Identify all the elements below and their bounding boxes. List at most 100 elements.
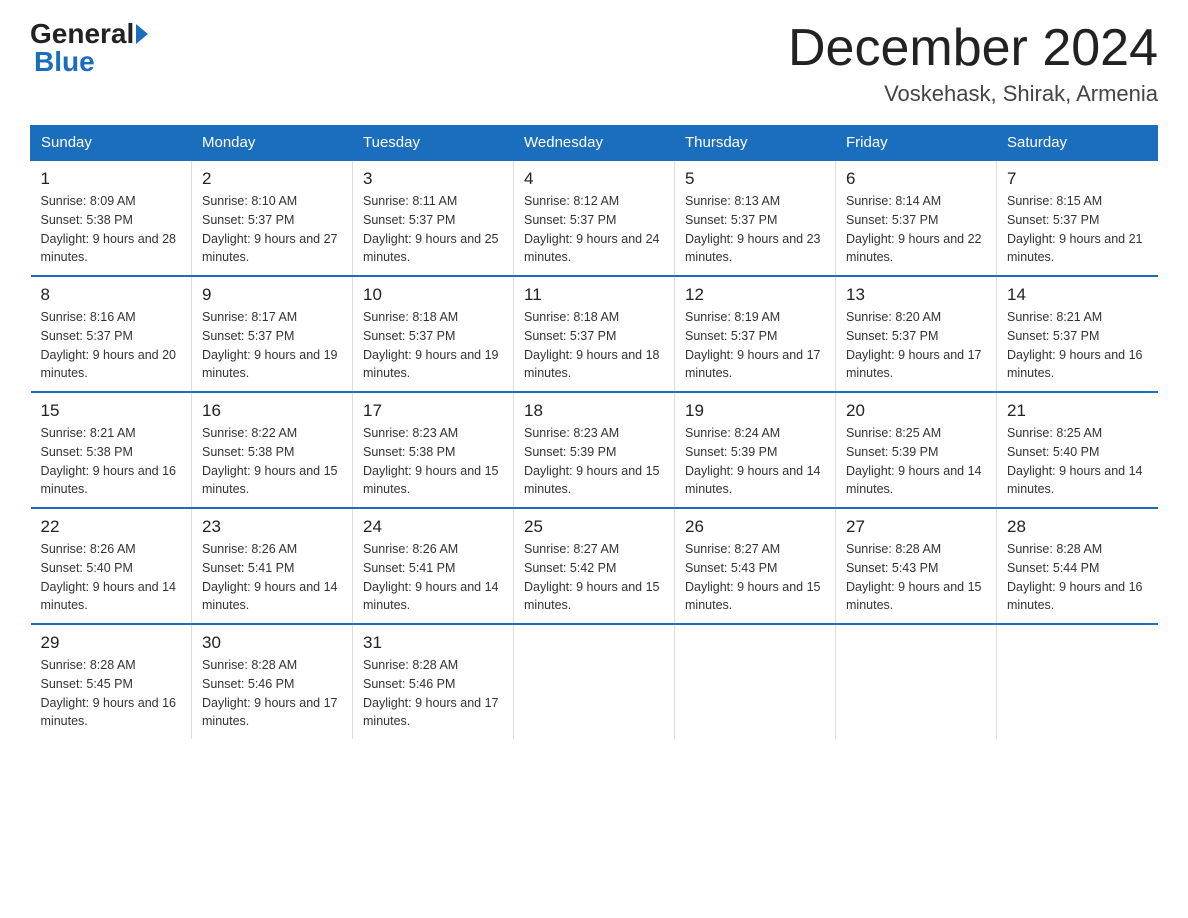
day-number: 27 bbox=[846, 517, 986, 537]
calendar-week-row: 1 Sunrise: 8:09 AMSunset: 5:38 PMDaylight… bbox=[31, 160, 1158, 276]
calendar-cell: 28 Sunrise: 8:28 AMSunset: 5:44 PMDayligh… bbox=[997, 508, 1158, 624]
day-detail: Sunrise: 8:19 AMSunset: 5:37 PMDaylight:… bbox=[685, 310, 821, 380]
logo-general-text: General bbox=[30, 20, 134, 48]
page-header: General Blue December 2024 Voskehask, Sh… bbox=[30, 20, 1158, 107]
calendar-week-row: 8Sunrise: 8:16 AMSunset: 5:37 PMDaylight… bbox=[31, 276, 1158, 392]
location-subtitle: Voskehask, Shirak, Armenia bbox=[788, 81, 1158, 107]
weekday-header-row: SundayMondayTuesdayWednesdayThursdayFrid… bbox=[31, 126, 1158, 161]
day-detail: Sunrise: 8:21 AMSunset: 5:38 PMDaylight:… bbox=[41, 426, 177, 496]
calendar-cell: 14Sunrise: 8:21 AMSunset: 5:37 PMDayligh… bbox=[997, 276, 1158, 392]
calendar-week-row: 29 Sunrise: 8:28 AMSunset: 5:45 PMDayligh… bbox=[31, 624, 1158, 739]
day-detail: Sunrise: 8:25 AMSunset: 5:40 PMDaylight:… bbox=[1007, 426, 1143, 496]
day-number: 2 bbox=[202, 169, 342, 189]
calendar-cell bbox=[675, 624, 836, 739]
calendar-cell: 3 Sunrise: 8:11 AMSunset: 5:37 PMDaylight… bbox=[353, 160, 514, 276]
day-number: 4 bbox=[524, 169, 664, 189]
calendar-cell: 23Sunrise: 8:26 AMSunset: 5:41 PMDayligh… bbox=[192, 508, 353, 624]
calendar-cell: 21 Sunrise: 8:25 AMSunset: 5:40 PMDayligh… bbox=[997, 392, 1158, 508]
calendar-cell: 26 Sunrise: 8:27 AMSunset: 5:43 PMDayligh… bbox=[675, 508, 836, 624]
day-number: 31 bbox=[363, 633, 503, 653]
weekday-header-thursday: Thursday bbox=[675, 126, 836, 161]
day-number: 14 bbox=[1007, 285, 1148, 305]
calendar-table: SundayMondayTuesdayWednesdayThursdayFrid… bbox=[30, 125, 1158, 739]
calendar-cell: 20Sunrise: 8:25 AMSunset: 5:39 PMDayligh… bbox=[836, 392, 997, 508]
day-number: 26 bbox=[685, 517, 825, 537]
calendar-cell bbox=[836, 624, 997, 739]
calendar-cell: 4 Sunrise: 8:12 AMSunset: 5:37 PMDaylight… bbox=[514, 160, 675, 276]
weekday-header-wednesday: Wednesday bbox=[514, 126, 675, 161]
day-detail: Sunrise: 8:27 AMSunset: 5:43 PMDaylight:… bbox=[685, 542, 821, 612]
day-detail: Sunrise: 8:26 AMSunset: 5:41 PMDaylight:… bbox=[363, 542, 499, 612]
logo-arrow-icon bbox=[136, 24, 148, 44]
day-number: 15 bbox=[41, 401, 182, 421]
calendar-cell: 18 Sunrise: 8:23 AMSunset: 5:39 PMDayligh… bbox=[514, 392, 675, 508]
day-detail: Sunrise: 8:20 AMSunset: 5:37 PMDaylight:… bbox=[846, 310, 982, 380]
day-detail: Sunrise: 8:10 AMSunset: 5:37 PMDaylight:… bbox=[202, 194, 338, 264]
day-number: 16 bbox=[202, 401, 342, 421]
calendar-cell: 8Sunrise: 8:16 AMSunset: 5:37 PMDaylight… bbox=[31, 276, 192, 392]
calendar-cell: 13 Sunrise: 8:20 AMSunset: 5:37 PMDayligh… bbox=[836, 276, 997, 392]
day-detail: Sunrise: 8:23 AMSunset: 5:39 PMDaylight:… bbox=[524, 426, 660, 496]
day-detail: Sunrise: 8:13 AMSunset: 5:37 PMDaylight:… bbox=[685, 194, 821, 264]
day-detail: Sunrise: 8:28 AMSunset: 5:44 PMDaylight:… bbox=[1007, 542, 1143, 612]
day-detail: Sunrise: 8:11 AMSunset: 5:37 PMDaylight:… bbox=[363, 194, 499, 264]
weekday-header-sunday: Sunday bbox=[31, 126, 192, 161]
calendar-cell: 6 Sunrise: 8:14 AMSunset: 5:37 PMDaylight… bbox=[836, 160, 997, 276]
day-detail: Sunrise: 8:24 AMSunset: 5:39 PMDaylight:… bbox=[685, 426, 821, 496]
day-number: 22 bbox=[41, 517, 182, 537]
day-number: 1 bbox=[41, 169, 182, 189]
day-number: 6 bbox=[846, 169, 986, 189]
day-number: 9 bbox=[202, 285, 342, 305]
day-detail: Sunrise: 8:09 AMSunset: 5:38 PMDaylight:… bbox=[41, 194, 177, 264]
day-detail: Sunrise: 8:28 AMSunset: 5:46 PMDaylight:… bbox=[202, 658, 338, 728]
calendar-cell: 17 Sunrise: 8:23 AMSunset: 5:38 PMDayligh… bbox=[353, 392, 514, 508]
weekday-header-friday: Friday bbox=[836, 126, 997, 161]
day-detail: Sunrise: 8:28 AMSunset: 5:45 PMDaylight:… bbox=[41, 658, 177, 728]
logo-blue-text: Blue bbox=[34, 46, 95, 77]
day-number: 29 bbox=[41, 633, 182, 653]
day-number: 21 bbox=[1007, 401, 1148, 421]
calendar-cell: 19Sunrise: 8:24 AMSunset: 5:39 PMDayligh… bbox=[675, 392, 836, 508]
day-detail: Sunrise: 8:23 AMSunset: 5:38 PMDaylight:… bbox=[363, 426, 499, 496]
calendar-cell bbox=[514, 624, 675, 739]
calendar-cell: 15 Sunrise: 8:21 AMSunset: 5:38 PMDayligh… bbox=[31, 392, 192, 508]
weekday-header-tuesday: Tuesday bbox=[353, 126, 514, 161]
day-number: 18 bbox=[524, 401, 664, 421]
day-detail: Sunrise: 8:17 AMSunset: 5:37 PMDaylight:… bbox=[202, 310, 338, 380]
day-number: 24 bbox=[363, 517, 503, 537]
calendar-cell: 7 Sunrise: 8:15 AMSunset: 5:37 PMDaylight… bbox=[997, 160, 1158, 276]
calendar-cell: 9 Sunrise: 8:17 AMSunset: 5:37 PMDaylight… bbox=[192, 276, 353, 392]
logo: General Blue bbox=[30, 20, 150, 78]
calendar-cell: 12 Sunrise: 8:19 AMSunset: 5:37 PMDayligh… bbox=[675, 276, 836, 392]
day-detail: Sunrise: 8:16 AMSunset: 5:37 PMDaylight:… bbox=[41, 310, 177, 380]
day-number: 7 bbox=[1007, 169, 1148, 189]
calendar-cell: 31Sunrise: 8:28 AMSunset: 5:46 PMDayligh… bbox=[353, 624, 514, 739]
day-number: 30 bbox=[202, 633, 342, 653]
day-detail: Sunrise: 8:18 AMSunset: 5:37 PMDaylight:… bbox=[524, 310, 660, 380]
day-detail: Sunrise: 8:26 AMSunset: 5:40 PMDaylight:… bbox=[41, 542, 177, 612]
day-number: 28 bbox=[1007, 517, 1148, 537]
calendar-cell: 2 Sunrise: 8:10 AMSunset: 5:37 PMDaylight… bbox=[192, 160, 353, 276]
day-detail: Sunrise: 8:28 AMSunset: 5:43 PMDaylight:… bbox=[846, 542, 982, 612]
day-detail: Sunrise: 8:14 AMSunset: 5:37 PMDaylight:… bbox=[846, 194, 982, 264]
day-detail: Sunrise: 8:25 AMSunset: 5:39 PMDaylight:… bbox=[846, 426, 982, 496]
day-number: 17 bbox=[363, 401, 503, 421]
calendar-cell: 1 Sunrise: 8:09 AMSunset: 5:38 PMDaylight… bbox=[31, 160, 192, 276]
day-detail: Sunrise: 8:15 AMSunset: 5:37 PMDaylight:… bbox=[1007, 194, 1143, 264]
month-title: December 2024 bbox=[788, 20, 1158, 77]
calendar-cell: 22 Sunrise: 8:26 AMSunset: 5:40 PMDayligh… bbox=[31, 508, 192, 624]
day-number: 11 bbox=[524, 285, 664, 305]
calendar-week-row: 22 Sunrise: 8:26 AMSunset: 5:40 PMDayligh… bbox=[31, 508, 1158, 624]
day-number: 5 bbox=[685, 169, 825, 189]
day-number: 13 bbox=[846, 285, 986, 305]
calendar-cell: 11 Sunrise: 8:18 AMSunset: 5:37 PMDayligh… bbox=[514, 276, 675, 392]
calendar-cell: 27 Sunrise: 8:28 AMSunset: 5:43 PMDayligh… bbox=[836, 508, 997, 624]
weekday-header-saturday: Saturday bbox=[997, 126, 1158, 161]
title-block: December 2024 Voskehask, Shirak, Armenia bbox=[788, 20, 1158, 107]
day-number: 12 bbox=[685, 285, 825, 305]
day-number: 3 bbox=[363, 169, 503, 189]
day-detail: Sunrise: 8:18 AMSunset: 5:37 PMDaylight:… bbox=[363, 310, 499, 380]
calendar-cell: 24 Sunrise: 8:26 AMSunset: 5:41 PMDayligh… bbox=[353, 508, 514, 624]
day-detail: Sunrise: 8:12 AMSunset: 5:37 PMDaylight:… bbox=[524, 194, 660, 264]
day-detail: Sunrise: 8:26 AMSunset: 5:41 PMDaylight:… bbox=[202, 542, 338, 612]
